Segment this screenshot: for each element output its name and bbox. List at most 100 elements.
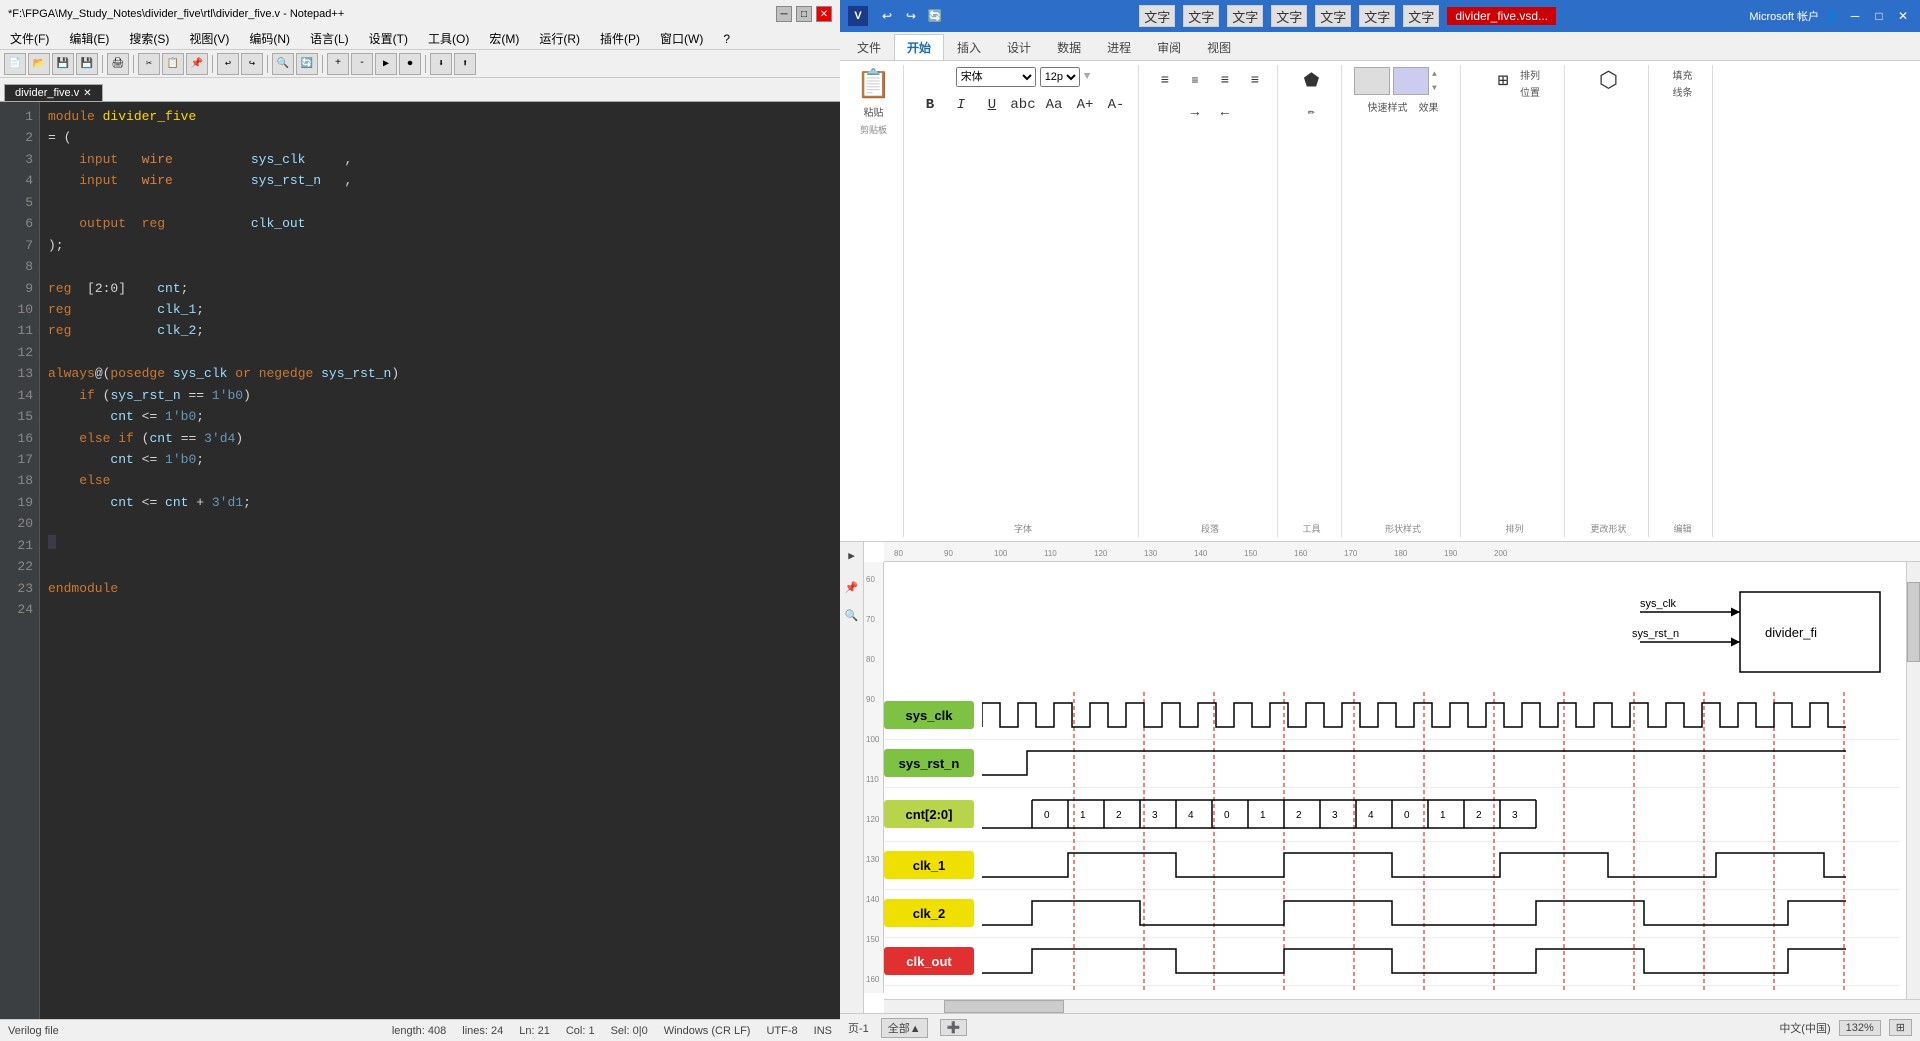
strikethrough-button[interactable]: abc <box>1009 91 1037 119</box>
code-editor[interactable]: module divider_five = ( input wire sys_c… <box>40 102 840 1019</box>
minimize-button[interactable]: ─ <box>776 6 792 22</box>
menu-file[interactable]: 文件(F) <box>4 28 55 49</box>
notepad-window: *F:\FPGA\My_Study_Notes\divider_five\rtl… <box>0 0 840 1041</box>
outdent-button[interactable]: ← <box>1211 99 1239 127</box>
style-scroll[interactable]: ▲ ▼ <box>1432 67 1452 95</box>
align-center-button[interactable]: ≡ <box>1181 67 1209 95</box>
timing-row-sysrstn: sys_rst_n <box>884 740 1900 788</box>
font-grow-button[interactable]: A+ <box>1071 91 1099 119</box>
copy-button[interactable]: 📋 <box>162 53 184 75</box>
save-all-button[interactable]: 💾 <box>76 53 98 75</box>
tab-insert[interactable]: 插入 <box>944 34 994 60</box>
zh-btn-5[interactable]: 文字 <box>1315 5 1351 27</box>
style2-button[interactable] <box>1393 67 1429 95</box>
tab-data[interactable]: 数据 <box>1044 34 1094 60</box>
restore-button-v[interactable]: □ <box>1870 7 1888 25</box>
menu-macro[interactable]: 宏(M) <box>483 28 525 49</box>
menu-edit[interactable]: 编辑(E) <box>63 28 115 49</box>
tab-file[interactable]: 文件 <box>844 34 894 60</box>
horizontal-scrollbar[interactable] <box>884 999 1920 1013</box>
font-size-select[interactable]: 12pt <box>1040 67 1080 87</box>
redo-button[interactable]: ↪ <box>241 53 263 75</box>
font-shrink-button[interactable]: A- <box>1102 91 1130 119</box>
close-button-v[interactable]: ✕ <box>1894 7 1912 25</box>
arrange-button[interactable]: ⊞ <box>1489 67 1517 95</box>
align-right-button[interactable]: ≡ <box>1211 67 1239 95</box>
underline-button[interactable]: U <box>978 91 1006 119</box>
tab-close-icon[interactable]: ✕ <box>83 88 91 99</box>
replace-button[interactable]: 🔄 <box>296 53 318 75</box>
add-page-button[interactable]: ➕ <box>940 1019 968 1036</box>
style1-button[interactable] <box>1354 67 1390 95</box>
menu-help[interactable]: ? <box>717 30 736 48</box>
tab-review[interactable]: 审阅 <box>1144 34 1194 60</box>
font-expand-icon[interactable]: ▼ <box>1084 71 1091 83</box>
zh-btn-6[interactable]: 文字 <box>1359 5 1395 27</box>
tab-divider-five[interactable]: divider_five.v ✕ <box>4 84 103 101</box>
restore-button[interactable]: □ <box>796 6 812 22</box>
open-button[interactable]: 📂 <box>28 53 50 75</box>
save-button[interactable]: 💾 <box>52 53 74 75</box>
tab-process[interactable]: 进程 <box>1094 34 1144 60</box>
svg-text:90: 90 <box>866 695 875 704</box>
zoom-in-button[interactable]: + <box>327 53 349 75</box>
fold-all-button[interactable]: ⬇ <box>430 53 452 75</box>
paste-big-btn[interactable]: 📋 粘贴 <box>856 67 891 119</box>
change-shape-button[interactable]: ⬡ <box>1595 67 1623 95</box>
visio-status-right: 中文(中国) 132% ⊞ <box>1779 1019 1912 1036</box>
new-button[interactable]: 📄 <box>4 53 26 75</box>
align-justify-button[interactable]: ≡ <box>1241 67 1269 95</box>
toolbar-separator-5 <box>322 55 323 73</box>
align-left-button[interactable]: ≡ <box>1151 67 1179 95</box>
zh-btn-2[interactable]: 文字 <box>1183 5 1219 27</box>
vertical-scrollbar[interactable] <box>1906 562 1920 1000</box>
menu-tools[interactable]: 工具(O) <box>422 28 475 49</box>
zh-btn-3[interactable]: 文字 <box>1227 5 1263 27</box>
print-button[interactable]: 🖨 <box>107 53 129 75</box>
tool1-button[interactable]: ⬟ <box>1298 67 1326 95</box>
zh-btn-7[interactable]: 文字 <box>1403 5 1439 27</box>
find-button[interactable]: 🔍 <box>272 53 294 75</box>
pos-col: 排列 位置 <box>1520 67 1540 99</box>
menu-language[interactable]: 语言(L) <box>304 28 355 49</box>
minimize-button-v[interactable]: ─ <box>1846 7 1864 25</box>
indent-button[interactable]: → <box>1181 99 1209 127</box>
menu-view[interactable]: 视图(V) <box>183 28 235 49</box>
panel-expand-btn[interactable]: ▶ <box>842 546 862 566</box>
menu-run[interactable]: 运行(R) <box>533 28 586 49</box>
menu-search[interactable]: 搜索(S) <box>123 28 175 49</box>
panel-pin-btn[interactable]: 📌 <box>842 578 862 598</box>
tab-view[interactable]: 视图 <box>1194 34 1244 60</box>
zoom-out-button[interactable]: - <box>351 53 373 75</box>
signal-wave-cnt: 0 1 2 3 <box>982 790 1900 838</box>
macro-button[interactable]: ▶ <box>375 53 397 75</box>
menu-settings[interactable]: 设置(T) <box>363 28 414 49</box>
undo-button-v[interactable]: ↩ <box>876 5 898 27</box>
font-color-button[interactable]: Aa <box>1040 91 1068 119</box>
zh-btn-4[interactable]: 文字 <box>1271 5 1307 27</box>
zoom-fit-button[interactable]: ⊞ <box>1889 1019 1912 1036</box>
menu-encoding[interactable]: 编码(N) <box>243 28 296 49</box>
panel-zoom-btn[interactable]: 🔍 <box>842 606 862 626</box>
unfold-all-button[interactable]: ⬆ <box>454 53 476 75</box>
font-family-select[interactable]: 宋体 <box>956 67 1036 87</box>
zh-btn-1[interactable]: 文字 <box>1139 5 1175 27</box>
italic-button[interactable]: I <box>947 91 975 119</box>
arrange-group-label: 排列 <box>1505 522 1523 535</box>
bold-button[interactable]: B <box>916 91 944 119</box>
tool2-button[interactable]: ✏ <box>1298 97 1326 125</box>
undo-button[interactable]: ↩ <box>217 53 239 75</box>
close-button[interactable]: ✕ <box>816 6 832 22</box>
tab-design[interactable]: 设计 <box>994 34 1044 60</box>
all-pages-button[interactable]: 全部▲ <box>881 1018 928 1038</box>
redo-button-v[interactable]: ↪ <box>900 5 922 27</box>
refresh-button-v[interactable]: 🔄 <box>924 5 946 27</box>
menu-window[interactable]: 窗口(W) <box>654 28 709 49</box>
visio-canvas[interactable]: 80 90 100 110 120 130 140 150 160 170 18… <box>864 542 1920 1014</box>
paste-button[interactable]: 📌 <box>186 53 208 75</box>
menu-plugins[interactable]: 插件(P) <box>594 28 646 49</box>
macro-play-button[interactable]: ⏺ <box>399 53 421 75</box>
tab-home[interactable]: 开始 <box>894 34 944 60</box>
cut-button[interactable]: ✂ <box>138 53 160 75</box>
visio-logo: V <box>848 6 868 26</box>
